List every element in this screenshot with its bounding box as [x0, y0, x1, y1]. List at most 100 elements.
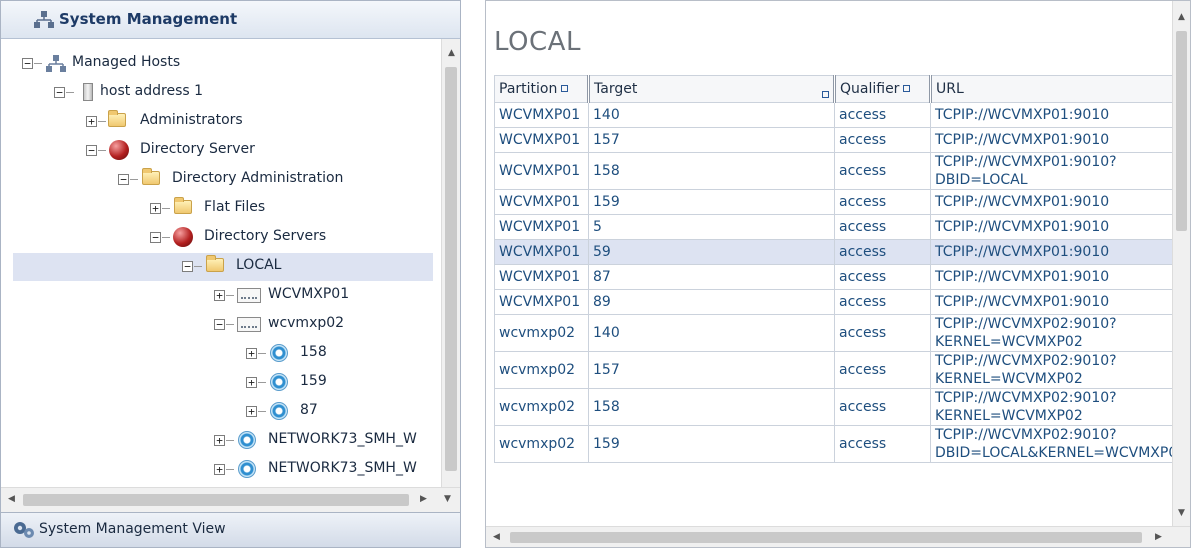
scroll-thumb[interactable]: [445, 67, 457, 471]
cell-qualifier: access: [834, 351, 931, 389]
scroll-left-arrow-icon[interactable]: ◀: [3, 491, 20, 508]
collapse-icon[interactable]: −: [182, 261, 193, 272]
tree-node-host[interactable]: − host address 1: [1, 79, 441, 107]
scroll-up-arrow-icon[interactable]: ▲: [443, 45, 460, 62]
cell-qualifier: access: [834, 289, 931, 315]
expand-icon[interactable]: +: [150, 203, 161, 214]
scroll-right-arrow-icon[interactable]: ▶: [1150, 529, 1167, 546]
cell-qualifier: access: [834, 425, 931, 463]
collapse-icon[interactable]: −: [22, 58, 33, 69]
target-disc-icon: [270, 344, 288, 362]
table-horizontal-scrollbar[interactable]: ◀ ▶: [486, 526, 1190, 547]
table-row[interactable]: WCVMXP01 87 access TCPIP://WCVMXP01:9010: [494, 264, 1174, 290]
cell-url: TCPIP://WCVMXP01:9010: [930, 214, 1174, 240]
expand-icon[interactable]: +: [214, 464, 225, 475]
cell-partition: wcvmxp02: [494, 388, 589, 426]
tree-node-directory-server[interactable]: − Directory Server: [1, 137, 441, 165]
tree-node-target-158[interactable]: + 158: [1, 340, 441, 368]
table-row[interactable]: WCVMXP01 157 access TCPIP://WCVMXP01:9010: [494, 127, 1174, 153]
scroll-thumb[interactable]: [510, 532, 1142, 543]
cell-partition: WCVMXP01: [494, 189, 589, 215]
table-header-row: Partition Target Qualifier URL: [494, 75, 1174, 103]
navigation-tree[interactable]: − Managed Hosts − host address 1 + Admin…: [1, 39, 441, 487]
tree-node-label: wcvmxp02: [268, 315, 345, 331]
scroll-thumb[interactable]: [23, 494, 409, 506]
tree-node-network-1[interactable]: + NETWORK73_SMH_W: [1, 427, 441, 455]
tree-node-partition-wcvmxp01[interactable]: + WCVMXP01: [1, 282, 441, 310]
collapse-icon[interactable]: −: [214, 319, 225, 330]
tree-vertical-scrollbar[interactable]: ▲: [441, 39, 460, 487]
cell-target: 87: [588, 264, 835, 290]
tree-node-managed-hosts[interactable]: − Managed Hosts: [1, 50, 441, 78]
cell-qualifier: access: [834, 214, 931, 240]
tree-node-label: Flat Files: [204, 199, 266, 215]
system-management-view-tab[interactable]: System Management View: [1, 512, 460, 547]
column-header-qualifier[interactable]: Qualifier: [833, 75, 931, 103]
cell-qualifier: access: [834, 388, 931, 426]
directory-server-icon: [109, 140, 129, 160]
scroll-up-arrow-icon[interactable]: ▲: [1173, 9, 1190, 26]
table-row[interactable]: wcvmxp02 158 access TCPIP://WCVMXP02:9010? K…: [494, 388, 1174, 426]
expand-icon[interactable]: +: [246, 377, 257, 388]
column-header-label: Target: [594, 80, 638, 97]
targets-table: Partition Target Qualifier URL WCVMXP01 1…: [494, 75, 1174, 531]
collapse-icon[interactable]: −: [150, 232, 161, 243]
tree-node-directory-administration[interactable]: − Directory Administration: [1, 166, 441, 194]
tree-node-target-87[interactable]: + 87: [1, 398, 441, 426]
table-row[interactable]: WCVMXP01 89 access TCPIP://WCVMXP01:9010: [494, 289, 1174, 315]
hierarchy-icon: [34, 11, 54, 28]
expand-icon[interactable]: +: [86, 116, 97, 127]
table-row[interactable]: WCVMXP01 140 access TCPIP://WCVMXP01:9010: [494, 102, 1174, 128]
table-row[interactable]: WCVMXP01 158 access TCPIP://WCVMXP01:9010? D…: [494, 152, 1174, 190]
expand-icon[interactable]: +: [246, 406, 257, 417]
scroll-left-arrow-icon[interactable]: ◀: [488, 529, 505, 546]
cell-target: 157: [588, 127, 835, 153]
column-menu-icon[interactable]: [822, 90, 829, 98]
cell-target: 140: [588, 314, 835, 352]
column-header-partition[interactable]: Partition: [494, 75, 589, 103]
cell-partition: WCVMXP01: [494, 214, 589, 240]
cell-partition: wcvmxp02: [494, 314, 589, 352]
tree-node-flat-files[interactable]: + Flat Files: [1, 195, 441, 223]
scroll-down-arrow-icon[interactable]: ▼: [1173, 505, 1190, 522]
cell-partition: WCVMXP01: [494, 289, 589, 315]
expand-icon[interactable]: +: [214, 290, 225, 301]
table-row[interactable]: wcvmxp02 157 access TCPIP://WCVMXP02:9010? K…: [494, 351, 1174, 389]
tree-node-directory-servers[interactable]: − Directory Servers: [1, 224, 441, 252]
column-menu-icon[interactable]: [903, 85, 911, 92]
tree-node-partition-wcvmxp02[interactable]: − wcvmxp02: [1, 311, 441, 339]
page-title: LOCAL: [494, 27, 581, 57]
table-row[interactable]: wcvmxp02 159 access TCPIP://WCVMXP02:9010? D…: [494, 425, 1174, 463]
cell-target: 158: [588, 152, 835, 190]
table-row[interactable]: WCVMXP01 159 access TCPIP://WCVMXP01:9010: [494, 189, 1174, 215]
table-row-selected[interactable]: WCVMXP01 59 access TCPIP://WCVMXP01:9010: [494, 239, 1174, 265]
cell-url: TCPIP://WCVMXP01:9010: [930, 102, 1174, 128]
target-disc-icon: [238, 460, 256, 478]
table-vertical-scrollbar[interactable]: ▲ ▼: [1172, 1, 1190, 526]
cell-target: 159: [588, 425, 835, 463]
scroll-down-arrow-icon[interactable]: ▼: [439, 491, 456, 508]
cell-url: TCPIP://WCVMXP02:9010? KERNEL=WCVMXP02: [930, 388, 1174, 426]
tree-node-label: WCVMXP01: [268, 286, 350, 302]
scroll-thumb[interactable]: [1176, 31, 1187, 231]
expand-icon[interactable]: +: [214, 435, 225, 446]
column-header-target[interactable]: Target: [587, 75, 835, 103]
collapse-icon[interactable]: −: [86, 145, 97, 156]
tree-horizontal-scrollbar[interactable]: ◀ ▶ ▼: [1, 487, 460, 512]
tree-node-label: host address 1: [100, 83, 204, 99]
tree-node-target-159[interactable]: + 159: [1, 369, 441, 397]
column-header-url[interactable]: URL: [929, 75, 1174, 103]
collapse-icon[interactable]: −: [118, 174, 129, 185]
tree-node-local[interactable]: − LOCAL: [13, 253, 433, 281]
scroll-right-arrow-icon[interactable]: ▶: [415, 491, 432, 508]
column-menu-icon[interactable]: [561, 85, 569, 92]
table-row[interactable]: WCVMXP01 5 access TCPIP://WCVMXP01:9010: [494, 214, 1174, 240]
expand-icon[interactable]: +: [246, 348, 257, 359]
cell-qualifier: access: [834, 264, 931, 290]
panel-header: System Management: [1, 1, 460, 39]
collapse-icon[interactable]: −: [54, 87, 65, 98]
table-row[interactable]: wcvmxp02 140 access TCPIP://WCVMXP02:9010? K…: [494, 314, 1174, 352]
tree-node-network-2[interactable]: + NETWORK73_SMH_W: [1, 456, 441, 484]
cell-qualifier: access: [834, 102, 931, 128]
tree-node-administrators[interactable]: + Administrators: [1, 108, 441, 136]
